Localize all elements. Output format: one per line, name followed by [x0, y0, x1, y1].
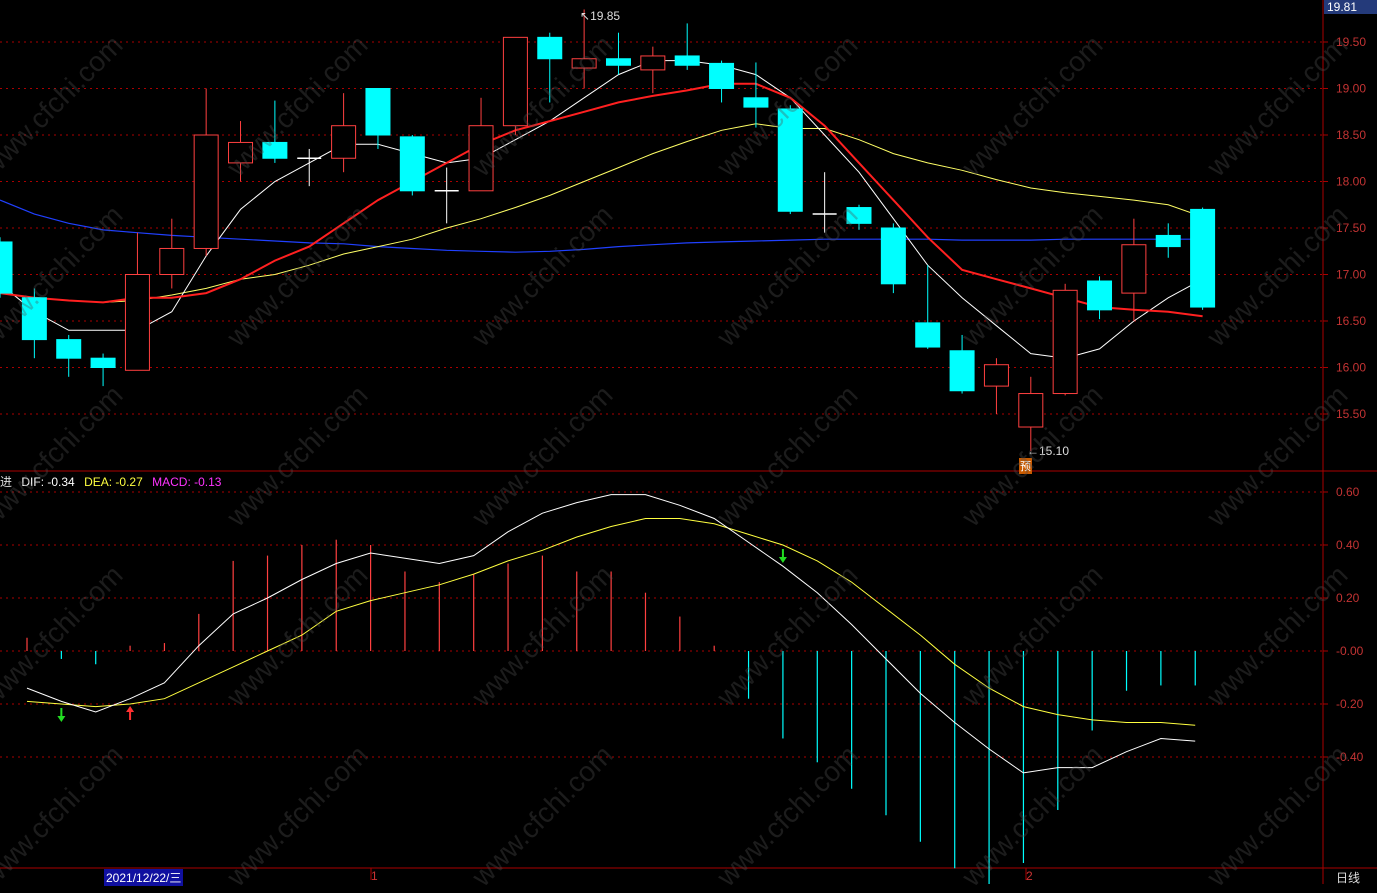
candle-body [1087, 280, 1113, 311]
golden-cross-arrow [126, 706, 135, 720]
macd-tick-label: -0.20 [1336, 697, 1364, 711]
candle-body [949, 350, 975, 392]
month-tick-1: 1 [371, 869, 378, 883]
candle-body [571, 58, 597, 69]
candle-body [777, 108, 803, 212]
ma60-line [0, 199, 1203, 253]
price-tick-label: 16.50 [1336, 314, 1366, 328]
candle-body [331, 125, 357, 159]
chart-canvas: 19.50 19.00 18.50 18.00 17.50 17.00 16.50 16.00… [0, 0, 1377, 884]
high-price-marker: ↖19.85 [580, 9, 621, 23]
price-tick-label: 17.00 [1336, 268, 1366, 282]
macd-tick-label: 0.20 [1336, 591, 1360, 605]
macd-value-legend: MACD: -0.13 [152, 475, 222, 489]
macd-legend-prefix: 进 [0, 475, 13, 489]
candle-body [502, 36, 528, 127]
candle-body [399, 136, 425, 192]
candle-body [1121, 244, 1147, 294]
candle-body [640, 55, 666, 71]
death-cross-arrow [57, 708, 66, 722]
price-tick-label: 19.50 [1336, 35, 1366, 49]
candle-body [159, 247, 185, 276]
low-price-value: 15.10 [1039, 444, 1070, 458]
ma5-line [0, 60, 1203, 359]
candle-body [262, 141, 288, 159]
candle-body [365, 88, 391, 136]
price-tick-label: 18.00 [1336, 175, 1366, 189]
macd-tick-label: 0.60 [1336, 485, 1360, 499]
candle-body [56, 339, 82, 359]
price-tick-label: 16.00 [1336, 361, 1366, 375]
low-price-marker: ←15.10 [1027, 444, 1070, 458]
candle-body [743, 97, 769, 108]
current-price-box: 19.81 [1324, 0, 1377, 14]
candle-body [124, 274, 150, 371]
candle-body [846, 207, 872, 224]
ma10-line [0, 82, 1203, 318]
ma20-line [0, 123, 1203, 303]
candle-body [0, 241, 13, 294]
macd-tick-label: -0.00 [1336, 644, 1364, 658]
candle-body [1018, 393, 1044, 428]
high-price-value: 19.85 [590, 9, 621, 23]
candle-body [709, 62, 735, 89]
candle-body [537, 36, 563, 60]
candle-body [193, 134, 219, 249]
period-selector[interactable]: 日线 [1336, 869, 1360, 886]
dea-legend: DEA: -0.27 [84, 475, 143, 489]
candle-body [880, 227, 906, 285]
forecast-tag: 预 [1019, 458, 1032, 474]
month-tick-2: 2 [1026, 869, 1033, 883]
macd-tick-label: 0.40 [1336, 538, 1360, 552]
candle-body [228, 141, 254, 164]
macd-legend: 进 DIF: -0.34 DEA: -0.27 MACD: -0.13 [0, 473, 227, 490]
candle-body [90, 357, 116, 369]
cursor-date-label: 2021/12/22/三 [104, 869, 184, 886]
price-tick-label: 18.50 [1336, 128, 1366, 142]
candle-body [1052, 289, 1078, 395]
death-cross-arrow [778, 549, 787, 563]
price-tick-label: 15.50 [1336, 407, 1366, 421]
macd-tick-label: -0.40 [1336, 750, 1364, 764]
dif-legend: DIF: -0.34 [21, 475, 75, 489]
candle-body [1155, 234, 1181, 248]
candle-body [1190, 208, 1216, 308]
price-tick-label: 17.50 [1336, 221, 1366, 235]
candle-body [674, 55, 700, 66]
candle-body [605, 58, 631, 66]
candle-body [21, 297, 47, 341]
candle-body [983, 364, 1009, 387]
candle-body [468, 125, 494, 192]
candle-body [915, 322, 941, 348]
price-tick-label: 19.00 [1336, 82, 1366, 96]
